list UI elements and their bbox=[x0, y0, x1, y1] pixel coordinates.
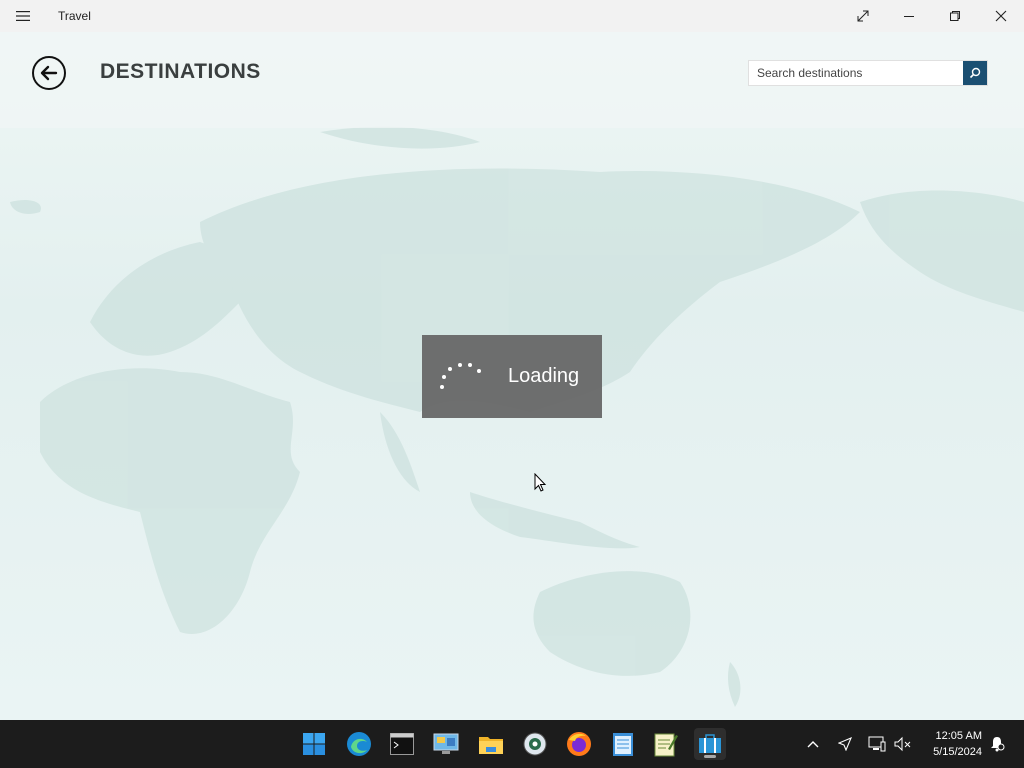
close-icon[interactable] bbox=[978, 0, 1024, 32]
firefox-icon[interactable] bbox=[563, 728, 595, 760]
restore-icon[interactable] bbox=[932, 0, 978, 32]
network-icon[interactable] bbox=[866, 720, 888, 768]
title-bar: Travel bbox=[0, 0, 1024, 32]
arrow-left-icon bbox=[40, 65, 58, 81]
file-explorer-icon[interactable] bbox=[475, 728, 507, 760]
window-title: Travel bbox=[58, 9, 91, 23]
mouse-cursor-icon bbox=[534, 473, 547, 492]
loading-indicator: Loading bbox=[422, 335, 602, 418]
loading-text: Loading bbox=[508, 365, 580, 387]
start-icon[interactable] bbox=[298, 728, 330, 760]
window-controls bbox=[840, 0, 1024, 32]
taskbar-clock[interactable]: 12:05 AM 5/15/2024 bbox=[933, 728, 982, 760]
back-button[interactable] bbox=[32, 56, 66, 90]
search-input[interactable] bbox=[749, 61, 963, 85]
search-button[interactable] bbox=[963, 61, 987, 85]
chevron-up-icon[interactable] bbox=[802, 720, 824, 768]
volume-muted-icon[interactable] bbox=[892, 720, 914, 768]
notepad-icon[interactable] bbox=[607, 728, 639, 760]
page-title: DESTINATIONS bbox=[100, 60, 261, 83]
app-content: DESTINATIONS Loading bbox=[0, 32, 1024, 720]
control-panel-icon[interactable] bbox=[430, 728, 462, 760]
fullscreen-icon[interactable] bbox=[840, 0, 886, 32]
edge-icon[interactable] bbox=[343, 728, 375, 760]
minimize-icon[interactable] bbox=[886, 0, 932, 32]
taskbar: 12:05 AM 5/15/2024 bbox=[0, 720, 1024, 768]
search-box bbox=[748, 60, 988, 86]
terminal-icon[interactable] bbox=[386, 728, 418, 760]
media-player-icon[interactable] bbox=[519, 728, 551, 760]
spinner-icon bbox=[436, 347, 496, 407]
hamburger-menu-icon[interactable] bbox=[0, 0, 46, 32]
clock-time: 12:05 AM bbox=[935, 730, 982, 742]
notification-bell-icon[interactable] bbox=[986, 720, 1008, 768]
active-app-indicator bbox=[704, 755, 716, 758]
editor-icon[interactable] bbox=[650, 728, 682, 760]
location-icon[interactable] bbox=[834, 720, 856, 768]
travel-app-icon[interactable] bbox=[694, 728, 726, 760]
search-icon bbox=[969, 67, 981, 79]
clock-date: 5/15/2024 bbox=[933, 746, 982, 758]
